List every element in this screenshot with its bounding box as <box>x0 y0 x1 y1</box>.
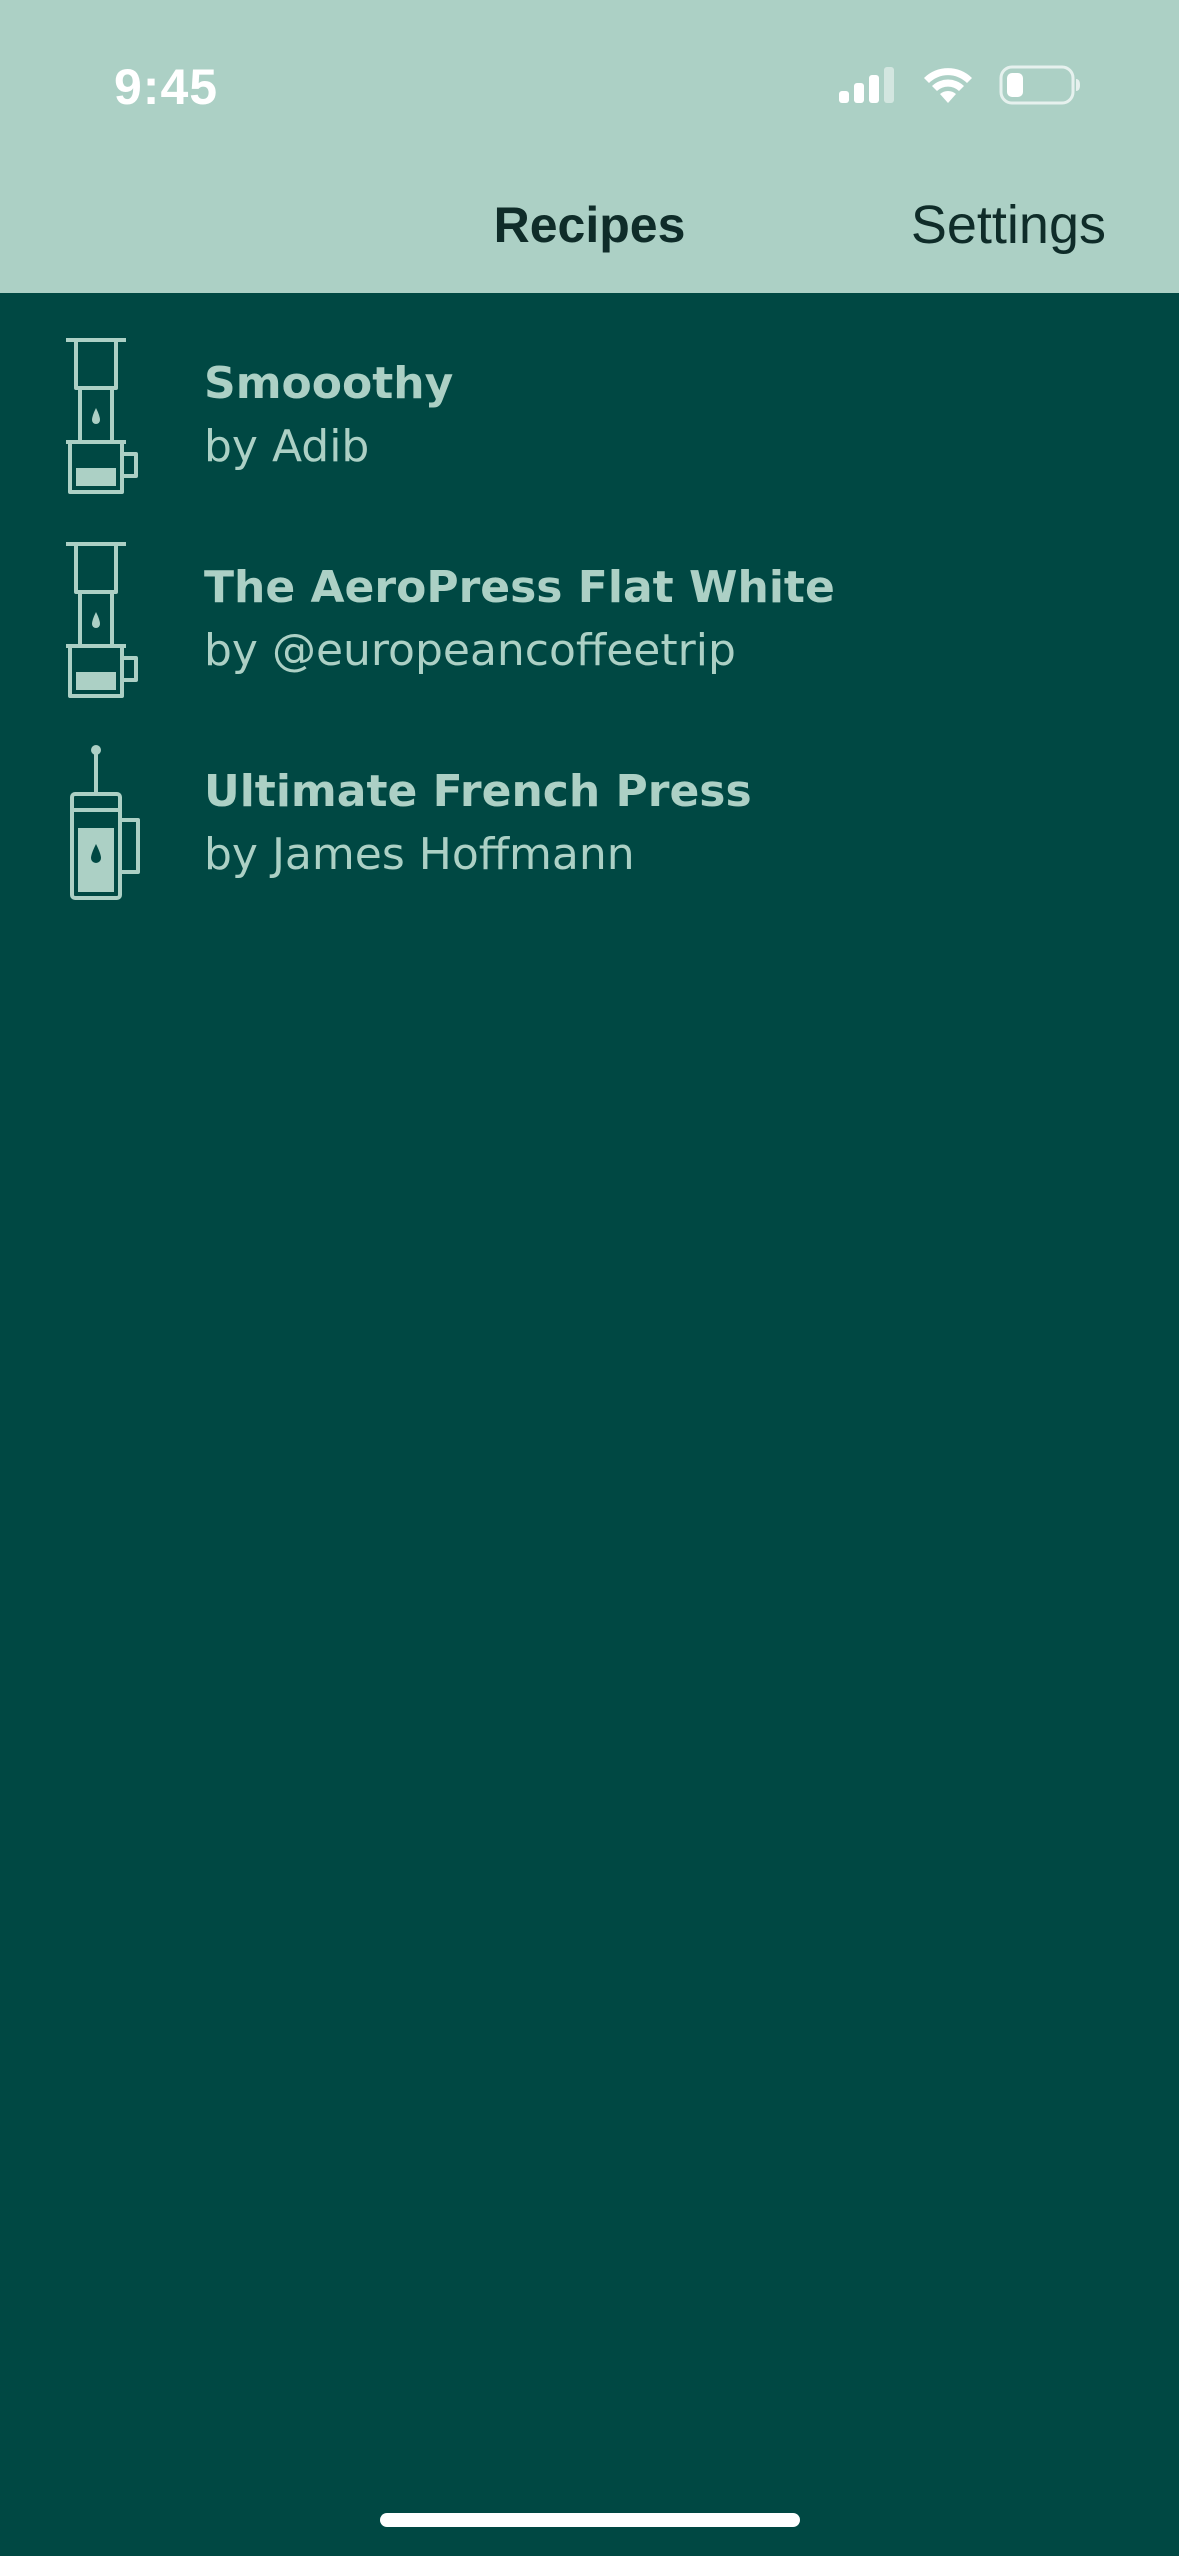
recipe-author: by Adib <box>204 421 370 472</box>
aeropress-icon <box>66 542 138 698</box>
header: 9:45 Recipes Settings <box>0 0 1179 293</box>
recipe-item-aeropress-flat-white[interactable]: The AeroPress Flat White by @europeancof… <box>0 497 1179 701</box>
home-indicator[interactable] <box>380 2513 800 2527</box>
settings-button[interactable]: Settings <box>911 194 1106 256</box>
recipe-item-ultimate-french-press[interactable]: Ultimate French Press by James Hoffmann <box>0 701 1179 905</box>
status-time: 9:45 <box>114 59 219 115</box>
recipe-item-smooothy[interactable]: Smooothy by Adib <box>0 293 1179 497</box>
recipe-name: The AeroPress Flat White <box>204 562 835 613</box>
recipe-name: Ultimate French Press <box>204 766 752 817</box>
aeropress-icon <box>66 338 138 494</box>
recipe-name: Smooothy <box>204 358 454 409</box>
recipe-author: by @europeancoffeetrip <box>204 625 736 676</box>
cellular-signal-icon <box>839 67 894 103</box>
recipe-author: by James Hoffmann <box>204 829 635 880</box>
french-press-icon <box>70 745 140 900</box>
wifi-icon <box>924 68 972 103</box>
status-icons <box>837 60 1081 110</box>
battery-icon <box>999 65 1080 105</box>
recipe-list: Smooothy by Adib The AeroPress Flat Whit… <box>0 293 1179 905</box>
